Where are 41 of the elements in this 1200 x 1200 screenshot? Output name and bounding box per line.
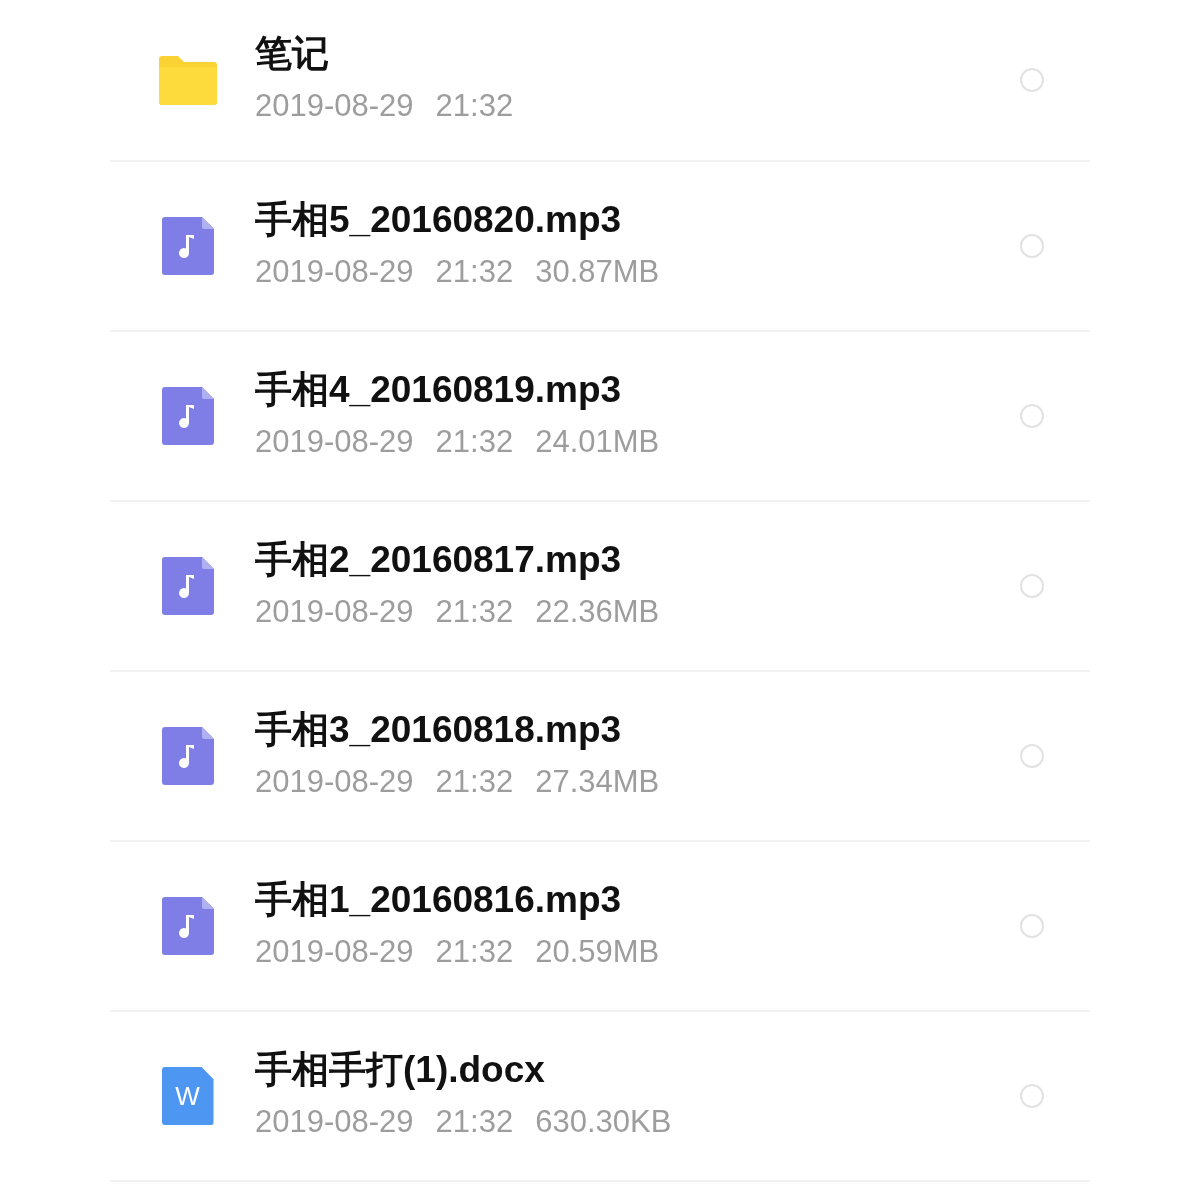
- file-meta: 2019-08-29: [255, 592, 414, 631]
- file-meta: 2019-08-29: [255, 422, 414, 461]
- file-meta: 630.30KB: [535, 1102, 672, 1141]
- file-meta: 21:32: [435, 762, 514, 801]
- music-file-icon: [161, 217, 214, 275]
- file-meta: 21:32: [435, 592, 514, 631]
- file-meta: 20.59MB: [535, 932, 660, 971]
- music-file-icon: [161, 387, 214, 445]
- file-meta: 22.36MB: [535, 592, 660, 631]
- select-radio[interactable]: [1020, 1084, 1044, 1108]
- music-file-icon: [161, 897, 214, 955]
- file-name: 手相1_20160816.mp3: [255, 877, 623, 922]
- file-meta: 24.01MB: [535, 422, 660, 461]
- file-meta: 2019-08-29: [255, 1102, 414, 1141]
- select-radio[interactable]: [1020, 574, 1044, 598]
- select-radio[interactable]: [1020, 234, 1044, 258]
- file-name: 手相4_20160819.mp3: [255, 367, 623, 412]
- file-meta: 2019-08-29: [255, 762, 414, 801]
- file-name: 手相3_20160818.mp3: [255, 707, 623, 752]
- file-name: 手相5_20160820.mp3: [255, 197, 623, 242]
- file-meta: 27.34MB: [535, 762, 660, 801]
- file-meta: 21:32: [435, 1102, 514, 1141]
- file-meta: 21:32: [435, 932, 514, 971]
- file-meta: 30.87MB: [535, 252, 660, 291]
- file-name: 手相手打(1).docx: [255, 1047, 546, 1092]
- select-radio[interactable]: [1020, 744, 1044, 768]
- file-meta: 21:32: [435, 252, 514, 291]
- select-radio[interactable]: [1020, 68, 1044, 92]
- file-name: 手相2_20160817.mp3: [255, 537, 623, 582]
- word-file-icon: W: [161, 1067, 214, 1125]
- file-meta: 2019-08-29: [255, 252, 414, 291]
- music-file-icon: [161, 727, 214, 785]
- file-meta: 21:32: [435, 86, 514, 125]
- folder-icon: [158, 55, 217, 105]
- file-meta: 2019-08-29: [255, 86, 414, 125]
- file-name: 笔记: [255, 31, 330, 76]
- select-radio[interactable]: [1020, 914, 1044, 938]
- select-radio[interactable]: [1020, 404, 1044, 428]
- music-file-icon: [161, 557, 214, 615]
- file-meta: 21:32: [435, 422, 514, 461]
- file-meta: 2019-08-29: [255, 932, 414, 971]
